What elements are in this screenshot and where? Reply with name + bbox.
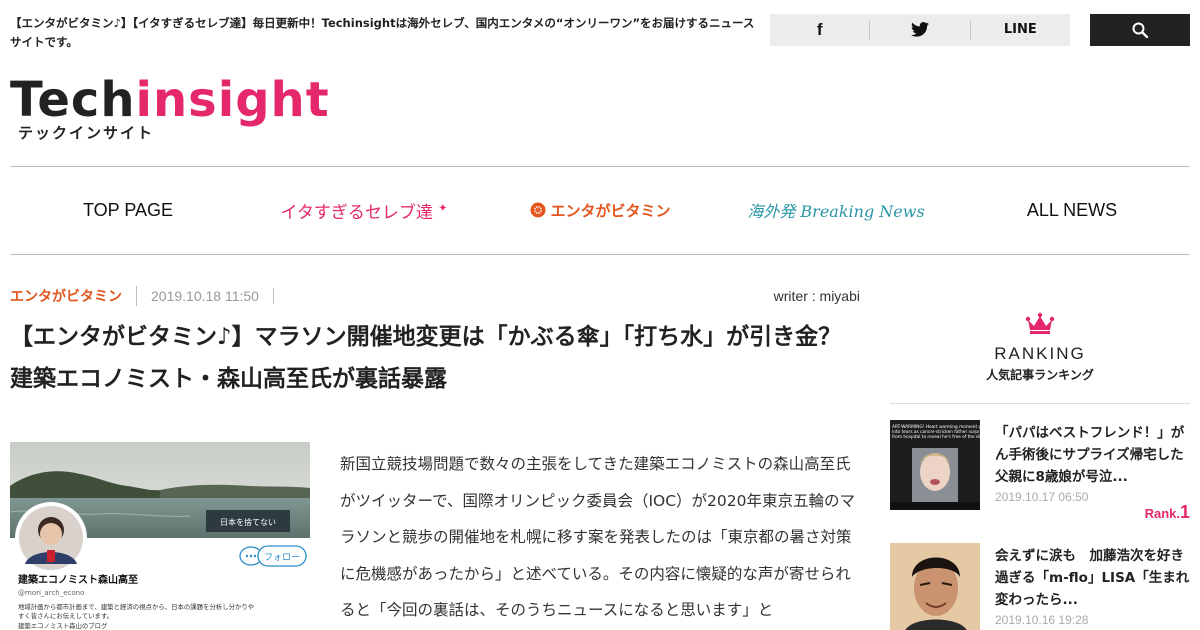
profile-bio-line3: 建築エコノミスト森山のブログ (18, 621, 108, 630)
nav-celeb[interactable]: イタすぎるセレブ達 ✦ (246, 198, 482, 223)
line-button[interactable]: LINE (969, 20, 1070, 40)
nav-all-news[interactable]: ALL NEWS (954, 200, 1190, 221)
profile-name: 建築エコノミスト森山高至 (17, 573, 138, 586)
article-meta: エンタがビタミン 2019.10.18 11:50 writer : miyab… (10, 286, 860, 306)
article-date: 2019.10.18 11:50 (137, 288, 274, 304)
search-button[interactable] (1090, 14, 1190, 46)
nav-kaigai[interactable]: 海外発 Breaking News (718, 198, 954, 222)
nav-enta-label: エンタがビタミン (550, 201, 671, 220)
ranking-item-title: 会えずに涙も 加藤浩次を好き過ぎる「m-flo」LISA「生まれ変わったら... (995, 548, 1190, 608)
line-label: LINE (1003, 22, 1037, 37)
banner-text: 日本を捨てない (220, 517, 276, 527)
facebook-icon: f (816, 20, 823, 39)
thumb-caption-line3: from hospital to reveal he's free of the… (892, 434, 980, 440)
rank-number: 1 (1179, 502, 1190, 522)
site-logo[interactable]: Techinsight テックインサイト (10, 74, 330, 144)
crown-icon (1025, 312, 1055, 334)
profile-handle: @mori_arch_econo (18, 589, 84, 597)
profile-bio-line2: すく皆さんにお伝えしています。 (18, 611, 113, 620)
article-title: 【エンタがビタミン♪】マラソン開催地変更は「かぶる傘」「打ち水」が引き金？ 建築… (10, 324, 865, 392)
vitamin-icon (530, 202, 546, 217)
search-icon (1132, 22, 1148, 38)
divider (10, 254, 1190, 255)
article-body: 新国立競技場問題で数々の主張をしてきた建築エコノミストの森山高至氏がツイッターで… (340, 455, 855, 619)
twitter-profile-image: 日本を捨てない フォロー 建築エコノミスト森山高至 @mori_arch_eco… (10, 442, 310, 630)
divider (890, 403, 1190, 404)
ranking-subtitle: 人気記事ランキング (986, 368, 1094, 382)
nav-top-page[interactable]: TOP PAGE (10, 200, 246, 221)
nav-enta[interactable]: エンタがビタミン (482, 200, 718, 221)
rank-prefix: Rank. (1144, 506, 1180, 521)
ranking-thumbnail: ART-WARMING! Heart warming moment girl, … (890, 420, 980, 510)
profile-bio-line1: 地域計画から都市計画まで、建築と経済の視点から、日本の課題を分析し分かりや (18, 602, 254, 611)
ranking-item-date: 2019.10.16 19:28 (995, 613, 1089, 627)
ranking-header: RANKING 人気記事ランキング (890, 312, 1190, 383)
article-image: 日本を捨てない フォロー 建築エコノミスト森山高至 @mori_arch_eco… (10, 442, 310, 630)
ranking-title: RANKING (994, 344, 1086, 363)
main-nav: TOP PAGE イタすぎるセレブ達 ✦ エンタがビタミン 海外発 Breaki… (10, 167, 1190, 253)
site-tagline: 【エンタがビタミン♪】【イタすぎるセレブ達】毎日更新中！Techinsightは… (10, 16, 755, 49)
logo-text-pink: insight (135, 72, 330, 128)
article-writer: writer : miyabi (773, 288, 860, 304)
twitter-button[interactable] (869, 20, 969, 40)
ranking-thumbnail (890, 543, 980, 630)
logo-text-dark: Tech (10, 72, 136, 128)
twitter-icon (910, 22, 929, 37)
ranking-item[interactable]: 会えずに涙も 加藤浩次を好き過ぎる「m-flo」LISA「生まれ変わったら...… (890, 543, 1190, 630)
rank-badge: Rank.1 (1145, 502, 1190, 523)
sparkle-icon: ✦ (438, 200, 448, 214)
article-category[interactable]: エンタがビタミン (10, 286, 137, 306)
social-share-bar: f LINE (770, 14, 1070, 46)
nav-celeb-label: イタすぎるセレブ達 (280, 202, 433, 223)
follow-button: フォロー (264, 553, 300, 563)
ranking-item[interactable]: ART-WARMING! Heart warming moment girl, … (890, 420, 1190, 522)
facebook-button[interactable]: f (770, 20, 869, 40)
ranking-item-date: 2019.10.17 06:50 (995, 490, 1089, 504)
ranking-item-title: 「パパはベストフレンド！」がん手術後にサプライズ帰宅した父親に8歳娘が号泣... (995, 425, 1185, 485)
